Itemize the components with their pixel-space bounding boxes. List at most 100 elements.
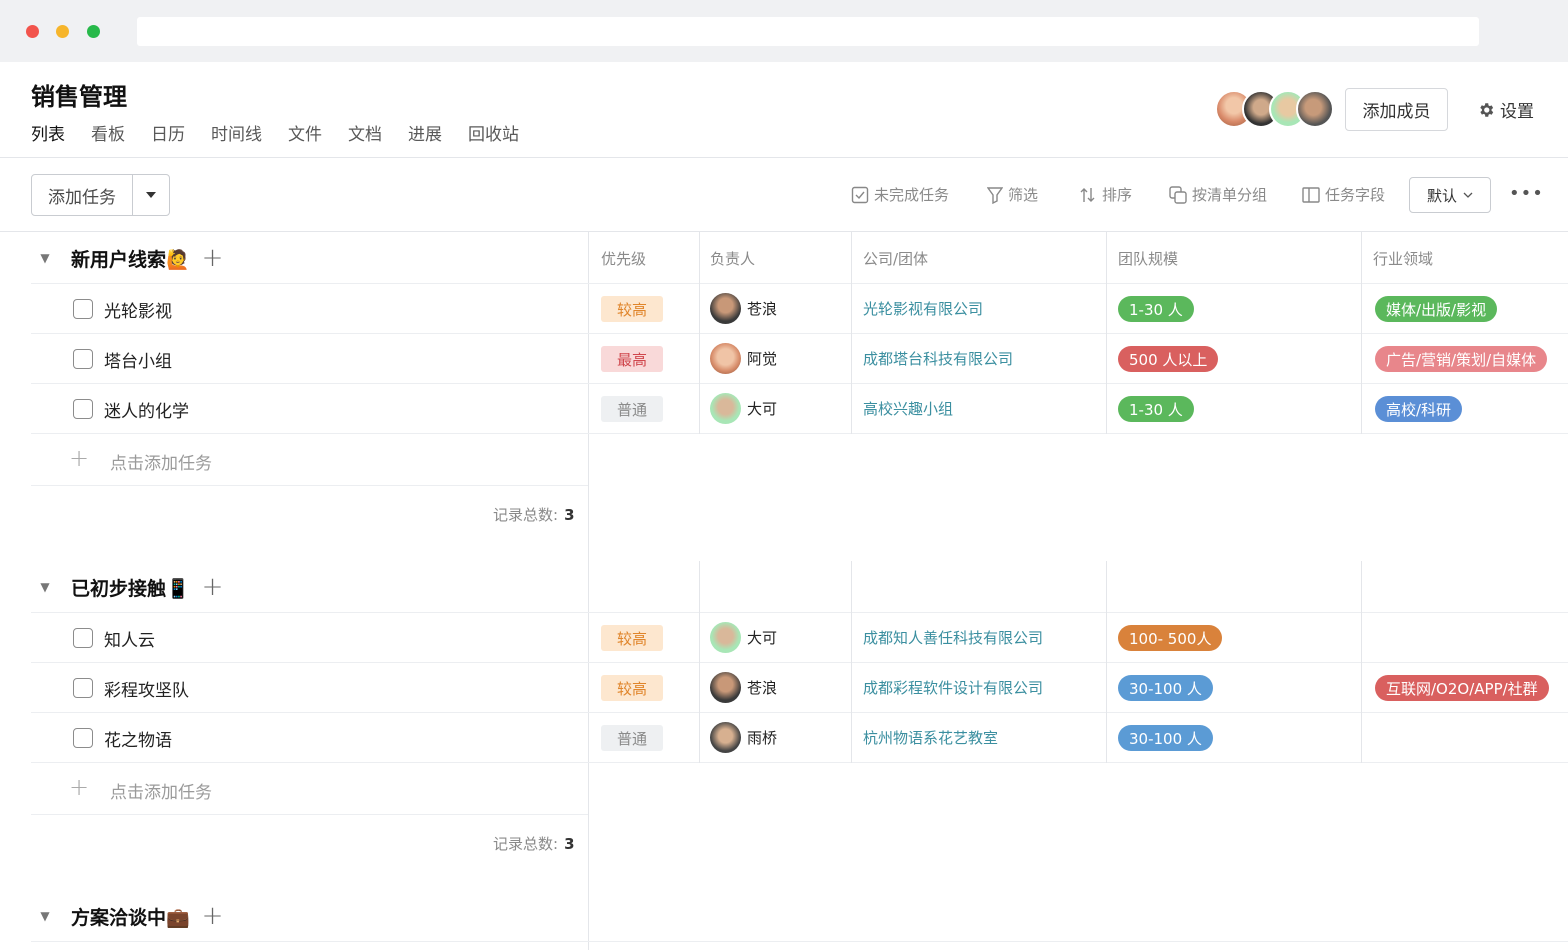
- owner-cell[interactable]: 阿觉: [710, 343, 777, 374]
- add-to-group-icon[interactable]: +: [202, 572, 224, 602]
- task-checkbox[interactable]: [73, 678, 93, 698]
- record-count-label: 记录总数:: [493, 506, 559, 524]
- industry-tag[interactable]: 媒体/出版/影视: [1375, 296, 1498, 322]
- filter-button[interactable]: 筛选: [987, 184, 1038, 205]
- add-task-dropdown[interactable]: [133, 175, 169, 215]
- team-size-tag[interactable]: 1-30 人: [1118, 396, 1194, 422]
- avatar[interactable]: [1296, 90, 1334, 128]
- tab-5[interactable]: 文档: [348, 120, 382, 145]
- browser-chrome: [0, 0, 1568, 62]
- column-header[interactable]: 团队规模: [1118, 248, 1178, 269]
- table-row[interactable]: 塔台小组 最高 阿觉 成都塔台科技有限公司 500 人以上 广告/营销/策划/自媒体: [31, 334, 1568, 384]
- industry-tag[interactable]: 广告/营销/策划/自媒体: [1375, 346, 1548, 372]
- add-task-row[interactable]: + 点击添加任务: [31, 763, 588, 815]
- more-options-icon[interactable]: •••: [1509, 183, 1544, 204]
- priority-badge[interactable]: 最高: [601, 346, 663, 372]
- table-row[interactable]: 迷人的化学 普通 大可 高校兴趣小组 1-30 人 高校/科研: [31, 384, 1568, 434]
- task-name[interactable]: 塔台小组: [104, 347, 172, 372]
- add-to-group-icon[interactable]: +: [202, 243, 224, 273]
- task-name[interactable]: 花之物语: [104, 726, 172, 751]
- add-to-group-icon[interactable]: +: [202, 901, 224, 931]
- column-header[interactable]: 公司/团体: [863, 248, 928, 269]
- add-task-button-group: 添加任务: [31, 174, 170, 216]
- address-bar[interactable]: [137, 17, 1479, 46]
- close-window-button[interactable]: [26, 25, 39, 38]
- priority-badge[interactable]: 普通: [601, 396, 663, 422]
- team-size-tag[interactable]: 100- 500人: [1118, 625, 1223, 651]
- task-checkbox[interactable]: [73, 628, 93, 648]
- tab-0[interactable]: 列表: [31, 120, 65, 145]
- team-size-tag[interactable]: 30-100 人: [1118, 675, 1213, 701]
- record-count-value: 3: [564, 835, 575, 853]
- tab-3[interactable]: 时间线: [211, 120, 262, 145]
- incomplete-tasks-toggle[interactable]: 未完成任务: [851, 184, 949, 205]
- team-size-tag[interactable]: 30-100 人: [1118, 725, 1213, 751]
- collapse-caret-icon[interactable]: ▼: [31, 251, 59, 265]
- task-name[interactable]: 彩程攻坚队: [104, 676, 189, 701]
- column-divider: [699, 561, 700, 763]
- company-link[interactable]: 高校兴趣小组: [863, 398, 953, 419]
- team-size-tag[interactable]: 1-30 人: [1118, 296, 1194, 322]
- group-icon: [1169, 185, 1187, 204]
- owner-cell[interactable]: 苍浪: [710, 293, 777, 324]
- company-link[interactable]: 成都知人善任科技有限公司: [863, 627, 1043, 648]
- tab-4[interactable]: 文件: [288, 120, 322, 145]
- settings-label: 设置: [1500, 102, 1534, 122]
- tab-7[interactable]: 回收站: [468, 120, 519, 145]
- priority-badge[interactable]: 较高: [601, 296, 663, 322]
- industry-tag[interactable]: 高校/科研: [1375, 396, 1463, 422]
- member-avatars[interactable]: [1215, 90, 1335, 128]
- column-divider: [851, 232, 852, 434]
- avatar: [710, 393, 741, 424]
- owner-cell[interactable]: 大可: [710, 622, 777, 653]
- task-checkbox[interactable]: [73, 399, 93, 419]
- table-row[interactable]: 光轮影视 较高 苍浪 光轮影视有限公司 1-30 人 媒体/出版/影视: [31, 284, 1568, 334]
- view-select[interactable]: 默认: [1409, 177, 1491, 213]
- settings-button[interactable]: 设置: [1477, 97, 1534, 122]
- collapse-caret-icon[interactable]: ▼: [31, 909, 59, 923]
- tab-6[interactable]: 进展: [408, 120, 442, 145]
- column-header[interactable]: 负责人: [710, 248, 755, 269]
- record-count-value: 3: [564, 506, 575, 524]
- owner-cell[interactable]: 苍浪: [710, 672, 777, 703]
- column-divider: [851, 561, 852, 763]
- tab-1[interactable]: 看板: [91, 120, 125, 145]
- company-link[interactable]: 杭州物语系花艺教室: [863, 727, 998, 748]
- group-by-button[interactable]: 按清单分组: [1169, 184, 1267, 205]
- industry-tag[interactable]: 互联网/O2O/APP/社群: [1375, 675, 1549, 701]
- column-header[interactable]: 行业领域: [1373, 248, 1433, 269]
- add-task-button[interactable]: 添加任务: [32, 175, 133, 215]
- task-checkbox[interactable]: [73, 299, 93, 319]
- owner-name: 大可: [747, 629, 778, 647]
- owner-cell[interactable]: 雨桥: [710, 722, 777, 753]
- sort-button[interactable]: 排序: [1079, 184, 1132, 205]
- team-size-tag[interactable]: 500 人以上: [1118, 346, 1219, 372]
- priority-badge[interactable]: 普通: [601, 725, 663, 751]
- table-row[interactable]: 知人云 较高 大可 成都知人善任科技有限公司 100- 500人: [31, 613, 1568, 663]
- priority-badge[interactable]: 较高: [601, 675, 663, 701]
- tab-2[interactable]: 日历: [151, 120, 185, 145]
- company-link[interactable]: 光轮影视有限公司: [863, 298, 983, 319]
- collapse-caret-icon[interactable]: ▼: [31, 580, 59, 594]
- task-checkbox[interactable]: [73, 349, 93, 369]
- column-header[interactable]: 优先级: [601, 248, 646, 269]
- sort-icon: [1080, 187, 1095, 202]
- owner-cell[interactable]: 大可: [710, 393, 777, 424]
- task-name[interactable]: 迷人的化学: [104, 397, 189, 422]
- priority-badge[interactable]: 较高: [601, 625, 663, 651]
- add-task-row[interactable]: + 点击添加任务: [31, 434, 588, 486]
- maximize-window-button[interactable]: [87, 25, 100, 38]
- company-link[interactable]: 成都彩程软件设计有限公司: [863, 677, 1043, 698]
- task-checkbox[interactable]: [73, 728, 93, 748]
- task-name[interactable]: 知人云: [104, 626, 155, 651]
- company-link[interactable]: 成都塔台科技有限公司: [863, 348, 1013, 369]
- table-row[interactable]: 花之物语 普通 雨桥 杭州物语系花艺教室 30-100 人: [31, 713, 1568, 763]
- column-divider: [699, 232, 700, 434]
- task-name[interactable]: 光轮影视: [104, 297, 172, 322]
- add-member-button[interactable]: 添加成员: [1345, 88, 1448, 131]
- task-fields-button[interactable]: 任务字段: [1302, 184, 1385, 205]
- avatar: [710, 343, 741, 374]
- column-divider: [1361, 232, 1362, 434]
- table-row[interactable]: 彩程攻坚队 较高 苍浪 成都彩程软件设计有限公司 30-100 人 互联网/O2O/APP…: [31, 663, 1568, 713]
- minimize-window-button[interactable]: [56, 25, 69, 38]
